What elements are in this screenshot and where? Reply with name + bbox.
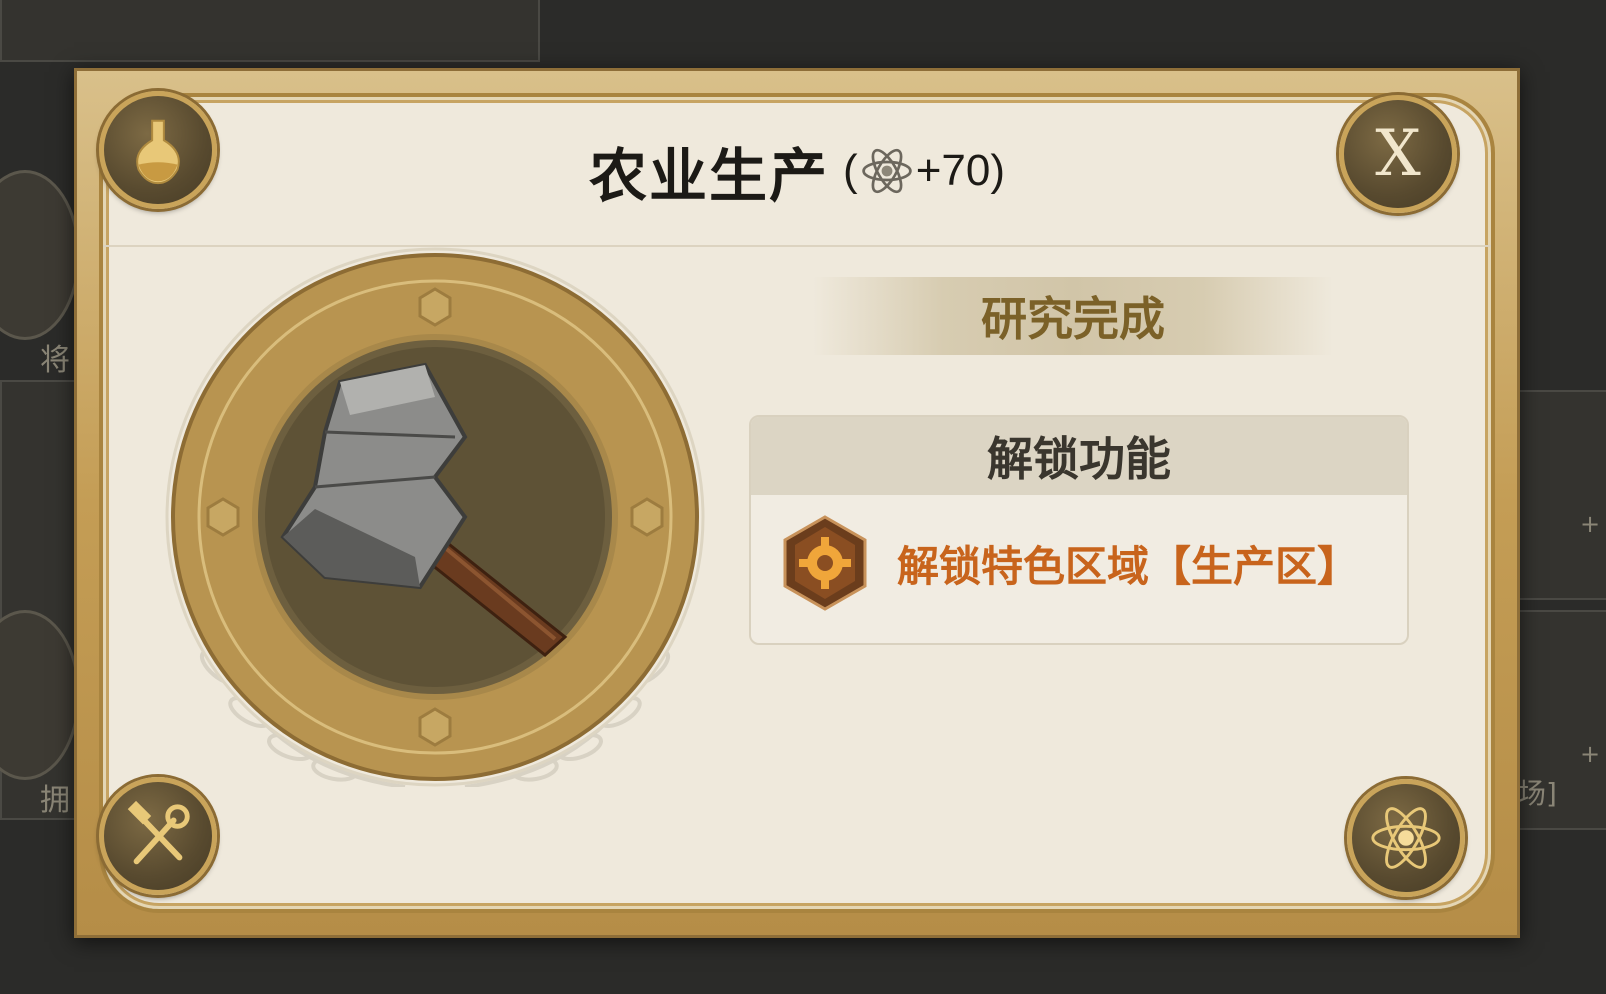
unlock-header-label: 解锁功能 [987,432,1171,486]
bg-label-2: 拥 [40,783,70,818]
atom-icon [1371,807,1441,869]
research-complete-dialog: 农业生产 ( +70 ) 研究完成 解锁功能 解锁特色区域【生产区】 X [74,68,1520,938]
close-icon: X [1375,117,1421,191]
close-button[interactable]: X [1339,95,1457,213]
reward-value: +70 [915,146,991,195]
atom-medallion [1347,779,1465,897]
hammer-emblem [165,247,705,787]
bg-right-mark-2: + [1580,740,1601,768]
flask-icon [136,119,180,185]
unlock-header: 解锁功能 [751,417,1407,495]
bg-label-1: 将 [40,343,70,378]
tools-icon [127,800,190,865]
status-banner: 研究完成 [813,277,1333,355]
reward-open-paren: ( [843,146,858,195]
reward-display: ( +70 ) [843,144,1005,198]
bg-avatar-soldier [0,170,80,340]
tools-medallion [99,777,217,895]
bg-top-panel [0,0,540,62]
dialog-title: 农业生产 [589,142,830,210]
title-bar: 农业生产 ( +70 ) [103,97,1491,247]
unlock-panel: 解锁功能 解锁特色区域【生产区】 [749,415,1409,645]
dialog-panel: 农业生产 ( +70 ) 研究完成 解锁功能 解锁特色区域【生产区】 [99,93,1495,913]
research-status: 研究完成 [981,292,1165,346]
atom-icon [861,148,912,194]
reward-close-paren: ) [990,146,1005,195]
gear-hex-icon [783,515,867,611]
flask-medallion [99,91,217,209]
unlock-item-label: 解锁特色区域【生产区】 [897,541,1360,591]
unlock-item[interactable]: 解锁特色区域【生产区】 [783,515,1387,611]
bg-right-mark-1: + [1580,510,1601,538]
